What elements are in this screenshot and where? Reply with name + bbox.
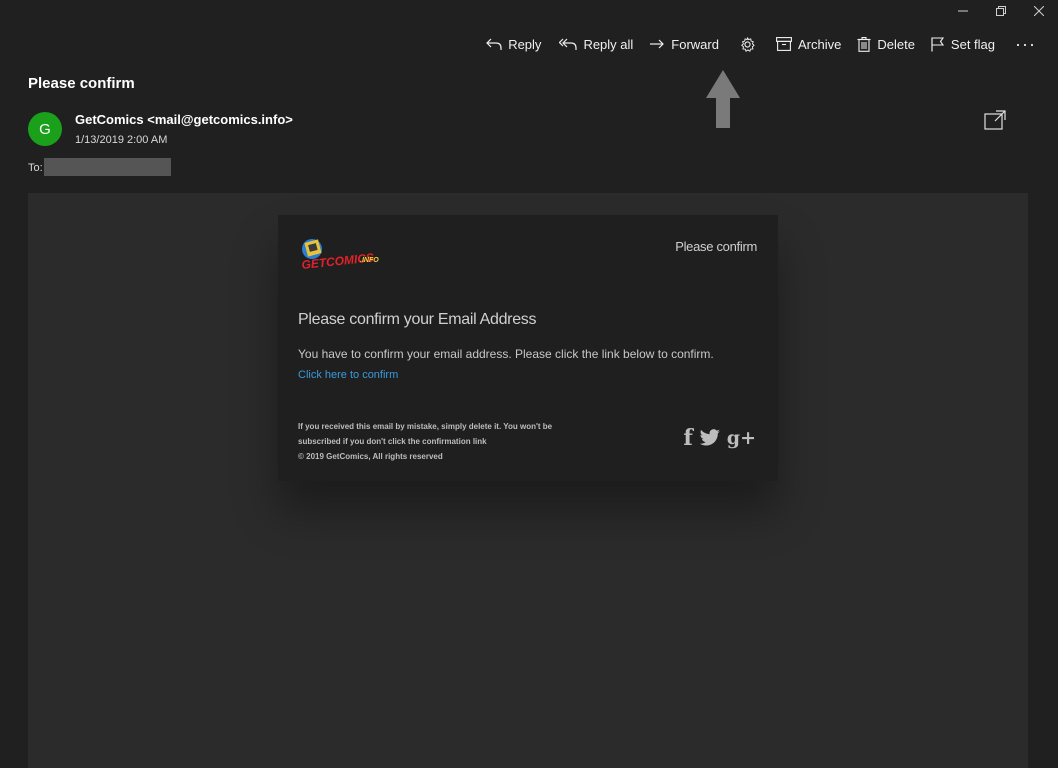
minimize-icon bbox=[958, 10, 968, 12]
open-in-new-window-icon[interactable] bbox=[984, 110, 1006, 130]
getcomics-logo: GETCOMICS .INFO bbox=[301, 239, 379, 272]
svg-text:.INFO: .INFO bbox=[360, 257, 379, 264]
email-heading: Please confirm your Email Address bbox=[298, 311, 537, 328]
footer-line: subscribed if you don't click the confir… bbox=[298, 437, 487, 446]
reply-button[interactable]: Reply bbox=[478, 32, 549, 56]
email-card: GETCOMICS .INFO Please confirm Please co… bbox=[278, 215, 778, 481]
email-paragraph: You have to confirm your email address. … bbox=[298, 347, 714, 361]
more-options-button[interactable]: ··· bbox=[1003, 32, 1058, 56]
forward-icon bbox=[650, 39, 665, 49]
restore-button[interactable] bbox=[982, 0, 1020, 22]
confirm-link[interactable]: Click here to confirm bbox=[298, 369, 398, 381]
social-links: f g+ bbox=[683, 425, 756, 451]
sender-name[interactable]: GetComics <mail@getcomics.info> bbox=[75, 112, 293, 127]
delete-label: Delete bbox=[877, 36, 915, 52]
flag-icon bbox=[931, 36, 944, 51]
footer-line: If you received this email by mistake, s… bbox=[298, 422, 553, 431]
forward-button[interactable]: Forward bbox=[641, 32, 727, 56]
forward-label: Forward bbox=[671, 36, 719, 52]
close-icon bbox=[1034, 6, 1044, 16]
reply-all-label: Reply all bbox=[583, 36, 634, 52]
message-date: 1/13/2019 2:00 AM bbox=[75, 134, 168, 146]
archive-button[interactable]: Archive bbox=[768, 32, 849, 56]
window-controls bbox=[944, 0, 1058, 22]
reply-label: Reply bbox=[508, 36, 542, 52]
message-subject: Please confirm bbox=[28, 75, 135, 92]
footer-copyright: © 2019 GetComics, All rights reserved bbox=[298, 452, 443, 461]
settings-button[interactable] bbox=[727, 32, 768, 56]
minimize-button[interactable] bbox=[944, 0, 982, 22]
email-header-title: Please confirm bbox=[675, 239, 757, 254]
archive-icon bbox=[776, 37, 792, 51]
archive-label: Archive bbox=[797, 36, 842, 52]
reply-all-icon bbox=[559, 38, 578, 50]
email-footer: If you received this email by mistake, s… bbox=[298, 419, 598, 464]
delete-button[interactable]: Delete bbox=[849, 32, 923, 56]
trash-icon bbox=[857, 36, 871, 52]
message-body-pane: GETCOMICS .INFO Please confirm Please co… bbox=[28, 193, 1028, 768]
facebook-icon[interactable]: f bbox=[683, 425, 692, 451]
to-label: To: bbox=[28, 162, 43, 174]
reply-all-button[interactable]: Reply all bbox=[551, 32, 641, 56]
set-flag-button[interactable]: Set flag bbox=[923, 32, 1003, 56]
close-button[interactable] bbox=[1020, 0, 1058, 22]
twitter-icon[interactable] bbox=[699, 429, 721, 447]
gear-icon bbox=[741, 36, 755, 52]
restore-icon bbox=[996, 6, 1006, 16]
google-plus-icon[interactable]: g+ bbox=[727, 427, 756, 449]
arrow-up-icon bbox=[706, 70, 740, 128]
reply-icon bbox=[486, 38, 502, 50]
sender-avatar: G bbox=[28, 112, 62, 146]
message-toolbar: Reply Reply all Forward Archive Delete S… bbox=[478, 32, 1058, 56]
recipient-redacted bbox=[44, 158, 171, 176]
set-flag-label: Set flag bbox=[950, 36, 996, 52]
